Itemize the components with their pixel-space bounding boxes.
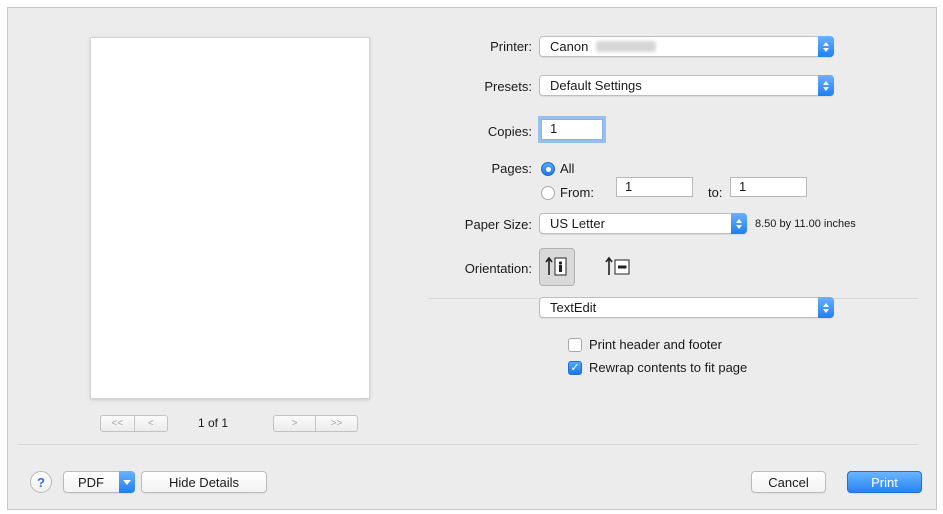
first-page-button[interactable]: <<	[101, 416, 134, 431]
last-page-button[interactable]: >>	[315, 416, 357, 431]
pdf-label: PDF	[78, 474, 104, 490]
page-indicator: 1 of 1	[198, 416, 229, 430]
print-preview-page	[90, 37, 370, 399]
paper-dimensions: 8.50 by 11.00 inches	[755, 218, 856, 230]
preview-forward-nav: > >>	[273, 415, 358, 432]
pages-all-radio[interactable]	[541, 162, 555, 176]
rewrap-label: Rewrap contents to fit page	[589, 360, 748, 375]
orientation-landscape-button[interactable]	[600, 248, 636, 286]
popup-arrows-icon	[818, 36, 834, 57]
preview-back-nav: << <	[100, 415, 168, 432]
orientation-portrait-button[interactable]	[539, 248, 575, 286]
hide-details-button[interactable]: Hide Details	[141, 471, 267, 493]
rewrap-checkbox[interactable]: ✓	[568, 361, 582, 375]
popup-arrows-icon	[731, 213, 747, 234]
cancel-button[interactable]: Cancel	[751, 471, 826, 493]
paper-size-label: Paper Size:	[464, 217, 532, 232]
copies-label: Copies:	[487, 124, 532, 139]
printer-label: Printer:	[490, 39, 532, 54]
previous-page-button[interactable]: <	[133, 416, 168, 431]
pages-label: Pages:	[491, 161, 532, 176]
popup-arrows-icon	[818, 297, 834, 318]
landscape-icon	[605, 256, 630, 275]
portrait-icon	[545, 256, 567, 276]
pages-from-radio[interactable]	[541, 186, 555, 200]
paper-size-value: US Letter	[550, 216, 605, 231]
pdf-menu-button[interactable]: PDF	[63, 471, 135, 493]
printer-value: Canon	[550, 39, 657, 54]
header-footer-label: Print header and footer	[589, 337, 722, 352]
pages-from-field[interactable]: 1	[616, 177, 693, 197]
pages-from-label: From:	[560, 185, 594, 200]
popup-arrows-icon	[818, 75, 834, 96]
print-dialog: << < 1 of 1 > >> Printer: Canon Presets:…	[7, 7, 937, 510]
next-page-button[interactable]: >	[274, 416, 315, 431]
header-footer-checkbox[interactable]	[568, 338, 582, 352]
presets-popup[interactable]: Default Settings	[539, 75, 834, 96]
pages-to-label: to:	[708, 185, 723, 200]
orientation-label: Orientation:	[464, 261, 532, 276]
chevron-down-icon	[119, 471, 135, 493]
presets-value: Default Settings	[550, 78, 642, 93]
pages-to-field[interactable]: 1	[730, 177, 807, 197]
app-options-value: TextEdit	[550, 300, 597, 315]
paper-size-popup[interactable]: US Letter	[539, 213, 747, 234]
app-options-popup[interactable]: TextEdit	[539, 297, 834, 318]
pages-all-label: All	[560, 161, 575, 176]
copies-field[interactable]: 1	[541, 119, 603, 140]
redacted-model	[596, 41, 657, 52]
footer-separator	[18, 444, 918, 445]
presets-label: Presets:	[484, 79, 532, 94]
printer-popup[interactable]: Canon	[539, 36, 834, 57]
help-button[interactable]: ?	[30, 471, 52, 493]
print-button[interactable]: Print	[847, 471, 922, 493]
